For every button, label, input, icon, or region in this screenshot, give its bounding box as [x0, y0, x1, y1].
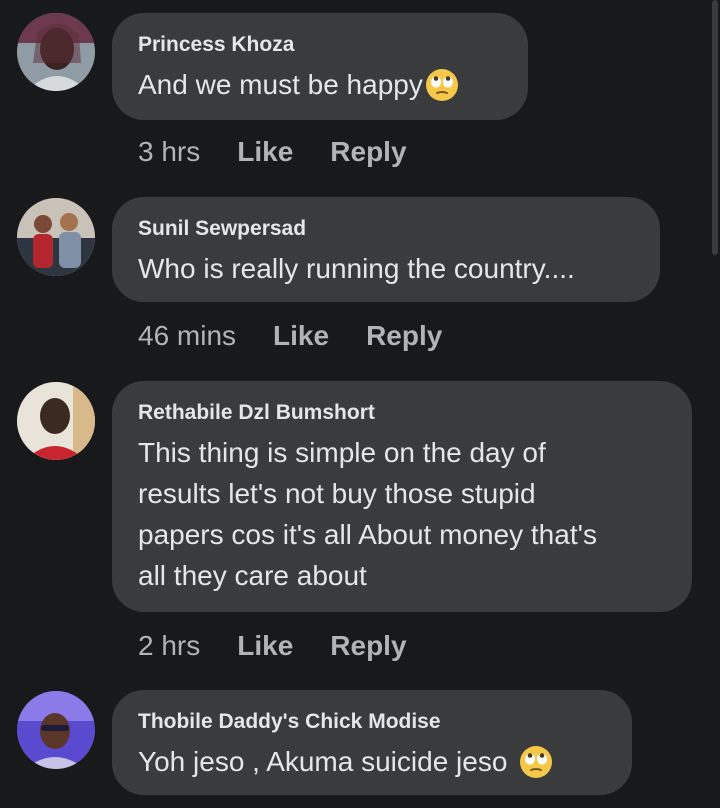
comment-text-line: This thing is simple on the day of [138, 437, 546, 468]
comment-text: Yoh jeso , Akuma suicide jeso [138, 741, 606, 790]
comment-author[interactable]: Thobile Daddy's Chick Modise [138, 709, 606, 735]
comment-timestamp[interactable]: 46 mins [138, 320, 236, 352]
comment-author[interactable]: Rethabile Dzl Bumshort [138, 400, 666, 426]
scrollbar[interactable] [712, 0, 718, 255]
comment-text: This thing is simple on the day of resul… [138, 432, 666, 596]
comment-thread: Princess Khoza And we must be happy 3 hr… [0, 0, 720, 808]
avatar[interactable] [17, 198, 95, 276]
comment-text-body: Yoh jeso , Akuma suicide jeso [138, 746, 508, 777]
reply-button[interactable]: Reply [366, 320, 442, 352]
like-button[interactable]: Like [237, 136, 293, 168]
comment-author[interactable]: Sunil Sewpersad [138, 216, 634, 242]
comment-bubble: Rethabile Dzl Bumshort This thing is sim… [112, 381, 692, 612]
avatar[interactable] [17, 691, 95, 769]
comment-author[interactable]: Princess Khoza [138, 32, 502, 58]
like-button[interactable]: Like [273, 320, 329, 352]
avatar[interactable] [17, 13, 95, 91]
avatar[interactable] [17, 382, 95, 460]
rolling-eyes-emoji-icon [425, 68, 459, 113]
comment-bubble: Sunil Sewpersad Who is really running th… [112, 197, 660, 302]
comment-actions: 46 mins Like Reply [138, 320, 442, 352]
comment-bubble: Thobile Daddy's Chick Modise Yoh jeso , … [112, 690, 632, 795]
comment-bubble: Princess Khoza And we must be happy [112, 13, 528, 120]
reply-button[interactable]: Reply [330, 630, 406, 662]
comment-text-line: all they care about [138, 560, 367, 591]
comment-actions: 2 hrs Like Reply [138, 630, 407, 662]
rolling-eyes-emoji-icon [519, 745, 553, 790]
comment-text-body: And we must be happy [138, 69, 423, 100]
comment-timestamp[interactable]: 3 hrs [138, 136, 200, 168]
comment-text-line: results let's not buy those stupid [138, 478, 536, 509]
like-button[interactable]: Like [237, 630, 293, 662]
comment-text: Who is really running the country.... [138, 253, 575, 284]
reply-button[interactable]: Reply [330, 136, 406, 168]
comment-timestamp[interactable]: 2 hrs [138, 630, 200, 662]
comment-actions: 3 hrs Like Reply [138, 136, 407, 168]
comment-text-line: papers cos it's all About money that's [138, 519, 597, 550]
comment-text: And we must be happy [138, 64, 502, 113]
